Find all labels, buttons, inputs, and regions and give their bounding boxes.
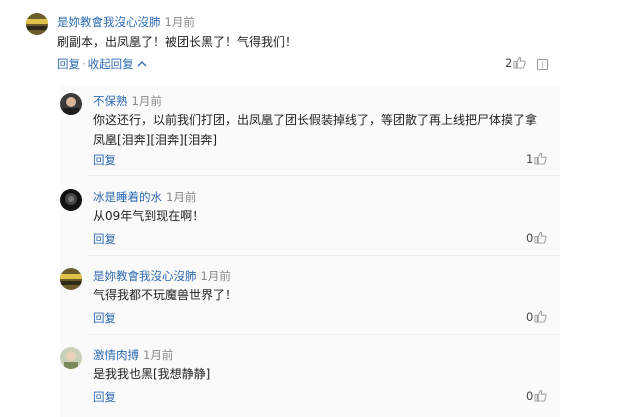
avatar[interactable] — [60, 93, 82, 115]
thumbs-up-icon[interactable] — [512, 56, 526, 70]
reply-text: 气得我都不玩魔兽世界了！ — [93, 288, 238, 302]
comment-text: 刷副本，出凤凰了！被团长黑了！气得我们！ — [57, 35, 298, 49]
comment-time: 1月前 — [164, 15, 195, 29]
reply-author[interactable]: 不保熟 — [93, 94, 128, 108]
reply-button[interactable]: 回复 — [93, 311, 116, 325]
reply-time: 1月前 — [200, 269, 231, 283]
thumbs-up-icon[interactable] — [533, 389, 547, 403]
reply-text: 从09年气到现在啊！ — [93, 209, 205, 223]
action-separator: · — [82, 57, 86, 71]
avatar[interactable] — [60, 268, 82, 290]
reply-time: 1月前 — [166, 190, 197, 204]
divider — [88, 255, 560, 256]
collapse-replies-button[interactable]: 收起回复 — [88, 57, 134, 71]
chevron-up-icon[interactable] — [134, 57, 147, 71]
reply-author[interactable]: 冰是睡着的水 — [93, 190, 162, 204]
reply-button[interactable]: 回复 — [93, 153, 116, 167]
divider — [88, 175, 560, 176]
more-options-icon[interactable] — [537, 59, 548, 70]
thumbs-up-icon[interactable] — [533, 310, 547, 324]
reply-time: 1月前 — [143, 348, 174, 362]
reply-button[interactable]: 回复 — [93, 390, 116, 404]
thumbs-up-icon[interactable] — [533, 231, 547, 245]
reply-author[interactable]: 是妳教會我沒心沒肺 — [93, 269, 197, 283]
reply-time: 1月前 — [131, 94, 162, 108]
reply-button[interactable]: 回复 — [57, 57, 80, 71]
avatar[interactable] — [26, 13, 48, 35]
reply-author[interactable]: 激情肉搏 — [93, 348, 139, 362]
avatar[interactable] — [60, 189, 82, 211]
divider — [88, 334, 560, 335]
reply-text: 你这还行，以前我们打团，出凤凰了团长假装掉线了，等团散了再上线把尸体摸了拿凤凰[… — [93, 113, 538, 147]
reply-button[interactable]: 回复 — [93, 232, 116, 246]
reply-text: 是我我也黑[我想静静] — [93, 367, 211, 381]
thumbs-up-icon[interactable] — [533, 152, 547, 166]
comment-author[interactable]: 是妳教會我沒心沒肺 — [57, 15, 161, 29]
avatar[interactable] — [60, 347, 82, 369]
